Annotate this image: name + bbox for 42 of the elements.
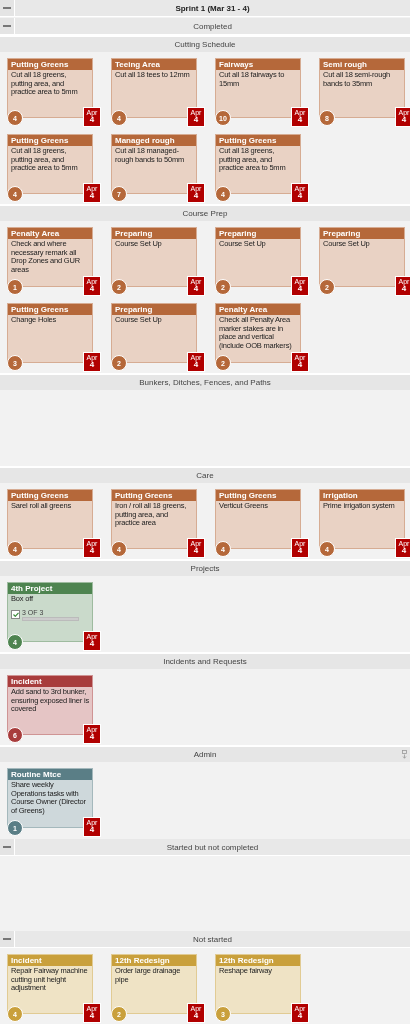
group-title: Completed	[192, 21, 233, 31]
lane-title: Cutting Schedule	[173, 40, 237, 49]
lane-title: Bunkers, Ditches, Fences, and Paths	[138, 378, 272, 387]
checkmark-icon	[12, 612, 19, 617]
collapse-button[interactable]	[0, 931, 15, 947]
card-category: Putting Greens	[216, 135, 300, 146]
card-category: Preparing	[112, 228, 196, 239]
lane-title: Incidents and Requests	[162, 657, 248, 666]
checkbox[interactable]	[11, 610, 20, 619]
card-category: Putting Greens	[216, 490, 300, 501]
collapse-button[interactable]	[0, 18, 15, 34]
collapse-button[interactable]	[0, 839, 15, 855]
lane-title: Projects	[189, 564, 221, 573]
lane-title: Care	[195, 471, 215, 480]
card-category: Irrigation	[320, 490, 404, 501]
card-category: Incident	[8, 676, 92, 687]
card-category: Fairways	[216, 59, 300, 70]
sprint-title: Sprint 1 (Mar 31 - 4)	[174, 3, 251, 13]
collapse-button[interactable]	[0, 0, 15, 16]
card-category: Preparing	[112, 304, 196, 315]
card-category: Penalty Area	[8, 228, 92, 239]
progress-bar	[22, 616, 79, 621]
card-category: Putting Greens	[8, 59, 92, 70]
card-category: Putting Greens	[8, 135, 92, 146]
card-category: Putting Greens	[8, 490, 92, 501]
card-category: Putting Greens	[112, 490, 196, 501]
card-category: Routine Mtce	[8, 769, 92, 780]
card-category: 12th Redesign	[216, 955, 300, 966]
card-category: 4th Project	[8, 583, 92, 594]
card-category: Semi rough	[320, 59, 404, 70]
card-category: Penalty Area	[216, 304, 300, 315]
card-category: Teeing Area	[112, 59, 196, 70]
group-title: Not started	[191, 934, 234, 944]
card-category: Managed rough	[112, 135, 196, 146]
card-category: 12th Redesign	[112, 955, 196, 966]
group-title: Started but not completed	[165, 842, 260, 852]
lane-title: Admin	[192, 750, 218, 759]
card-category: Preparing	[216, 228, 300, 239]
card-category: Putting Greens	[8, 304, 92, 315]
card-category: Preparing	[320, 228, 404, 239]
lane-title: Course Prep	[181, 209, 229, 218]
card-category: Incident	[8, 955, 92, 966]
